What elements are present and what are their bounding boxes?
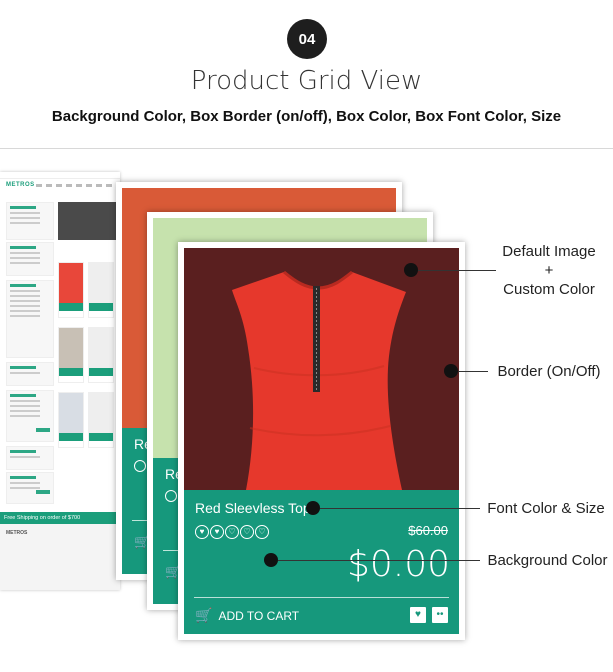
cart-icon: 🛒 xyxy=(195,607,213,623)
annotation-line xyxy=(418,270,496,271)
product-image[interactable] xyxy=(184,248,459,490)
site-logo: METROS xyxy=(6,182,35,188)
heart-outline-icon: ♡ xyxy=(255,525,269,539)
site-sidebar-block xyxy=(6,446,54,470)
product-name[interactable]: Red Sleevless Top xyxy=(195,500,311,516)
site-topbar xyxy=(0,172,120,179)
price: $0.00 xyxy=(346,544,450,585)
compare-button[interactable]: •• xyxy=(432,607,448,623)
heart-icon: ♥ xyxy=(210,525,224,539)
divider xyxy=(0,148,613,149)
annotation-dot-border xyxy=(444,364,458,378)
site-footer-logo: METROS xyxy=(6,530,28,536)
site-sidebar-block xyxy=(6,472,54,504)
site-product-thumb xyxy=(88,392,114,448)
annotation-line xyxy=(458,371,488,372)
site-nav xyxy=(36,184,120,187)
annotation-background: Background Color xyxy=(487,552,608,569)
product-card[interactable]: Red Sleevless Top ♥ ♥ ♡ ♡ ♡ $60.00 $0.00… xyxy=(178,242,465,640)
rating-icon xyxy=(165,490,177,502)
site-footer: METROS xyxy=(0,524,120,590)
add-to-cart-label: ADD TO CART xyxy=(218,608,300,623)
old-price: $60.00 xyxy=(408,523,448,538)
annotation-dot-font xyxy=(306,501,320,515)
compare-icon: •• xyxy=(436,609,444,620)
site-product-thumb xyxy=(58,392,84,448)
section-subtitle: Background Color, Box Border (on/off), B… xyxy=(51,108,562,125)
annotation-dot-image xyxy=(404,263,418,277)
site-sidebar-block xyxy=(6,362,54,386)
site-product-thumb xyxy=(58,262,84,318)
rating: ♥ ♥ ♡ ♡ ♡ xyxy=(195,525,269,539)
wishlist-button[interactable]: ♥ xyxy=(410,607,426,623)
site-banner xyxy=(58,202,116,240)
heart-icon: ♥ xyxy=(415,609,421,620)
site-free-shipping-bar: Free Shipping on order of $700 xyxy=(0,512,120,524)
section-title: Product Grid View xyxy=(190,66,423,96)
annotation-image: Default Image + Custom Color xyxy=(502,243,596,298)
website-preview: METROS Free Shipping on order of $700 ME… xyxy=(0,172,120,590)
product-info-panel: Red Sleevless Top ♥ ♥ ♡ ♡ ♡ $60.00 $0.00… xyxy=(184,490,459,634)
site-product-thumb xyxy=(88,327,114,383)
add-to-cart-button[interactable]: 🛒 ADD TO CART xyxy=(195,607,299,624)
site-product-thumb xyxy=(88,262,114,318)
site-sidebar-block xyxy=(6,390,54,442)
site-button xyxy=(36,428,50,432)
annotation-line xyxy=(278,560,480,561)
site-button xyxy=(36,490,50,494)
heart-icon: ♥ xyxy=(195,525,209,539)
annotation-line xyxy=(320,508,480,509)
heart-outline-icon: ♡ xyxy=(225,525,239,539)
annotation-dot-background xyxy=(264,553,278,567)
red-top-image xyxy=(232,270,406,490)
heart-outline-icon: ♡ xyxy=(240,525,254,539)
rating-icon xyxy=(134,460,146,472)
site-sidebar-block xyxy=(6,202,54,240)
annotation-font: Font Color & Size xyxy=(487,500,605,517)
annotation-border: Border (On/Off) xyxy=(497,363,601,380)
site-product-thumb xyxy=(58,327,84,383)
site-sidebar-block xyxy=(6,242,54,276)
site-sidebar-block xyxy=(6,280,54,358)
step-badge: 04 xyxy=(287,19,327,59)
divider xyxy=(194,597,449,598)
